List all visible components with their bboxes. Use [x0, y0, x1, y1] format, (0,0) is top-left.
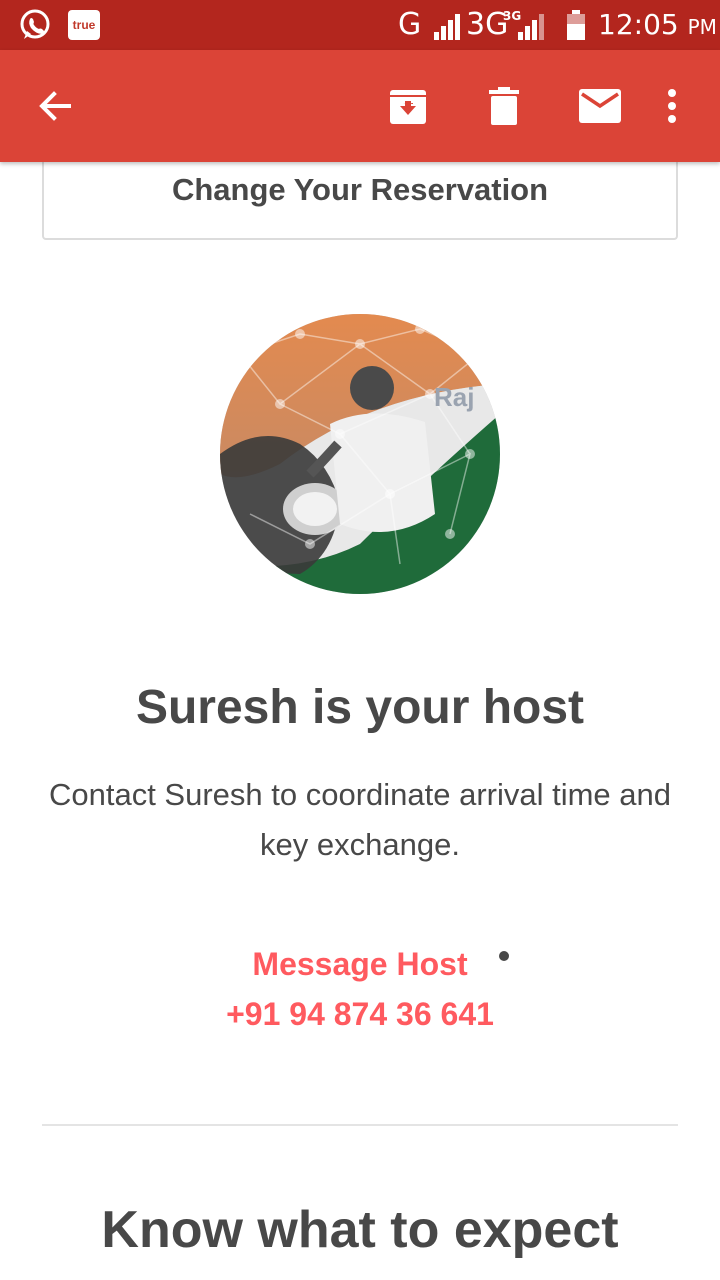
delete-button[interactable]	[480, 82, 528, 130]
status-clock: 12:05 PM	[598, 8, 717, 44]
status-bar: true G 3G 3G 12:05 PM	[0, 0, 720, 50]
back-arrow-icon	[39, 91, 71, 121]
archive-icon	[390, 90, 426, 124]
bullet-dot	[499, 951, 509, 961]
truecaller-icon: true	[68, 10, 100, 40]
trash-icon	[489, 87, 519, 125]
host-description: Contact Suresh to coordinate arrival tim…	[48, 777, 672, 862]
app-bar	[0, 50, 720, 162]
know-what-to-expect-heading: Know what to expect	[101, 1201, 619, 1259]
more-options-button[interactable]	[648, 82, 696, 130]
host-heading: Suresh is your host	[135, 681, 585, 734]
battery-icon	[567, 10, 585, 40]
signal-icon-2	[518, 14, 544, 40]
avatar-overlay-text: Raj	[434, 382, 474, 412]
host-phone-link[interactable]: +91 94 874 36 641	[0, 996, 720, 1033]
clock-time: 12:05	[598, 8, 679, 41]
message-host-link[interactable]: Message Host	[0, 946, 720, 983]
clock-ampm: PM	[687, 15, 717, 39]
host-photo: Raj	[220, 314, 500, 594]
mark-unread-button[interactable]	[576, 82, 624, 130]
whatsapp-icon	[20, 9, 50, 39]
network-g-label: G	[398, 7, 422, 42]
more-vert-icon	[668, 89, 676, 123]
archive-button[interactable]	[384, 82, 432, 130]
section-divider	[42, 1124, 678, 1126]
signal-icon	[434, 14, 460, 40]
mail-icon	[579, 89, 621, 123]
back-button[interactable]	[30, 82, 78, 130]
network-type-label: 3G	[466, 7, 509, 42]
host-avatar[interactable]: Raj	[220, 314, 500, 594]
